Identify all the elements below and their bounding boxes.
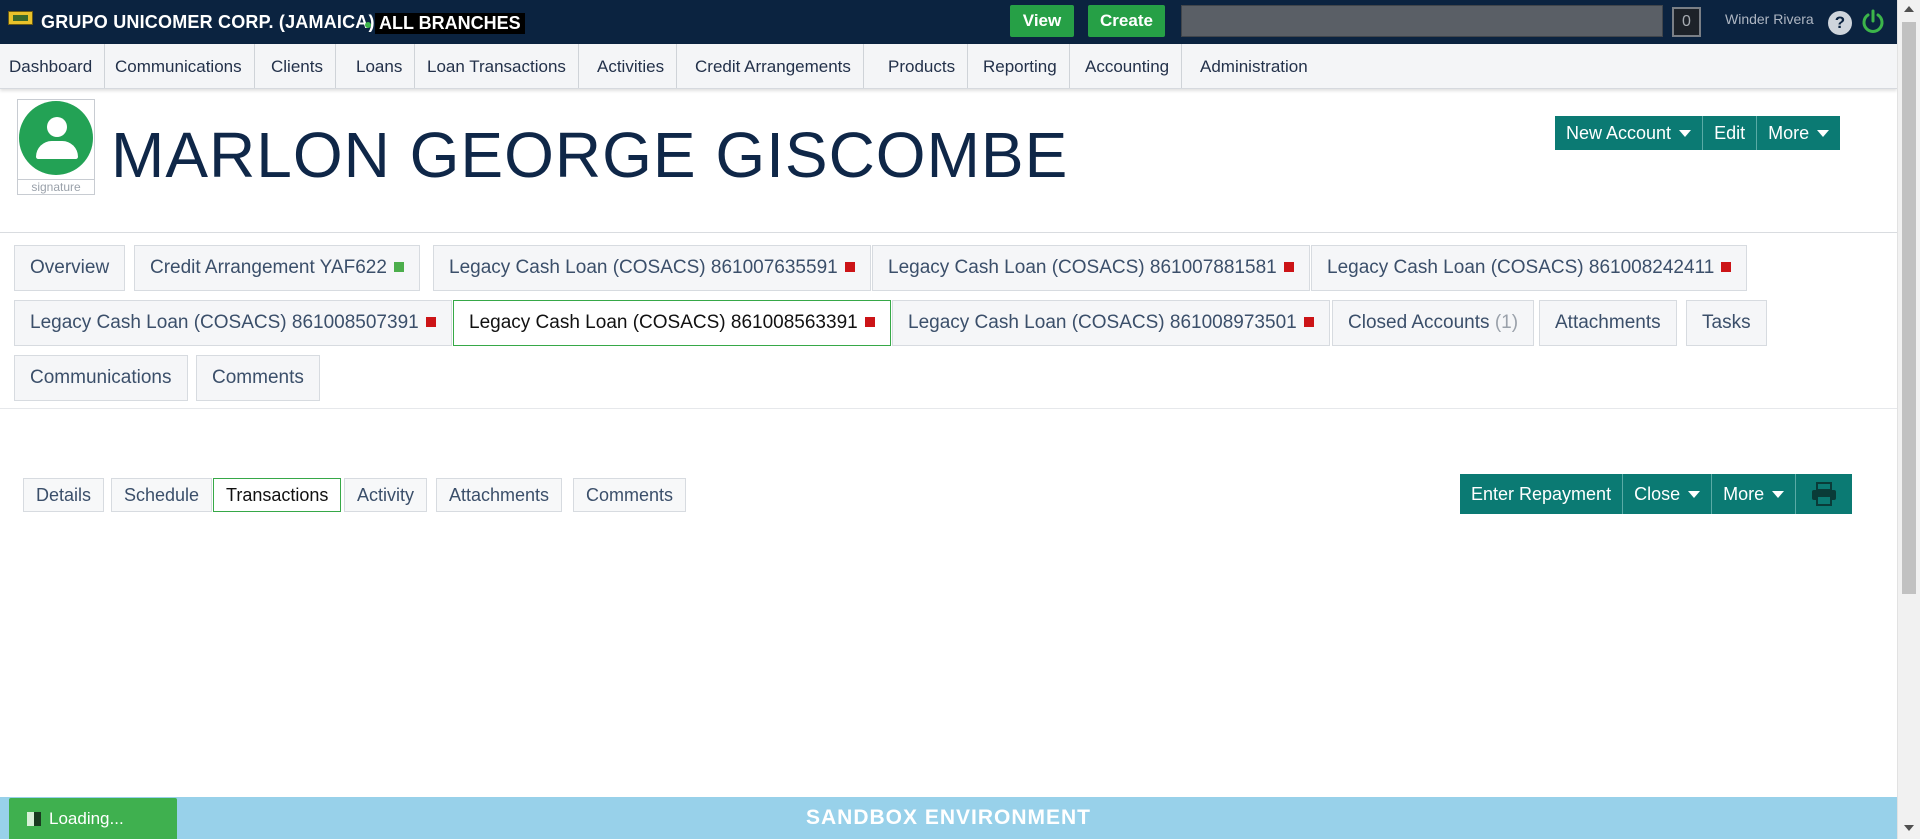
header-divider bbox=[0, 232, 1897, 233]
more-label: More bbox=[1723, 484, 1765, 504]
signature-label[interactable]: signature bbox=[18, 179, 94, 194]
tab-loan-861008242411[interactable]: Legacy Cash Loan (COSACS) 861008242411 bbox=[1311, 245, 1748, 291]
enter-repayment-label: Enter Repayment bbox=[1471, 484, 1612, 504]
status-indicator-icon bbox=[425, 317, 436, 327]
edit-button[interactable]: Edit bbox=[1703, 116, 1758, 150]
tab-loan-861007635591[interactable]: Legacy Cash Loan (COSACS) 861007635591 bbox=[433, 245, 871, 291]
company-name: GRUPO UNICOMER CORP. (JAMAICA) bbox=[41, 12, 375, 32]
create-button[interactable]: Create bbox=[1088, 5, 1165, 37]
tab-label: Attachments bbox=[1555, 312, 1661, 333]
menu-credit-arrangements[interactable]: Credit Arrangements bbox=[686, 44, 864, 88]
tab-label: Legacy Cash Loan (COSACS) 861008973501 bbox=[908, 312, 1297, 333]
tab-label: Legacy Cash Loan (COSACS) 861008242411 bbox=[1327, 257, 1715, 278]
edit-label: Edit bbox=[1714, 123, 1746, 143]
main-menu: Dashboard Communications Clients Loans L… bbox=[0, 44, 1897, 89]
scroll-down-icon[interactable] bbox=[1904, 825, 1914, 831]
scroll-up-icon[interactable] bbox=[1904, 6, 1914, 12]
menu-activities[interactable]: Activities bbox=[588, 44, 678, 88]
tab-label: Overview bbox=[30, 257, 110, 278]
search-input[interactable] bbox=[1181, 5, 1663, 37]
tab-loan-861008973501[interactable]: Legacy Cash Loan (COSACS) 861008973501 bbox=[892, 300, 1330, 346]
status-indicator-icon bbox=[1283, 262, 1294, 272]
more-label: More bbox=[1768, 123, 1810, 143]
tab-loan-861008563391[interactable]: Legacy Cash Loan (COSACS) 861008563391 bbox=[453, 300, 891, 346]
client-avatar[interactable]: signature bbox=[17, 99, 95, 195]
chevron-down-icon bbox=[1817, 129, 1830, 137]
printer-icon bbox=[1812, 482, 1837, 506]
person-icon bbox=[19, 101, 93, 175]
menu-reporting[interactable]: Reporting bbox=[974, 44, 1070, 88]
tab-overview[interactable]: Overview bbox=[14, 245, 126, 291]
tab-closed-accounts[interactable]: Closed Accounts (1) bbox=[1332, 300, 1535, 346]
print-button[interactable] bbox=[1796, 474, 1852, 514]
environment-label: SANDBOX ENVIRONMENT bbox=[805, 806, 1092, 829]
tab-loan-861007881581[interactable]: Legacy Cash Loan (COSACS) 861007881581 bbox=[872, 245, 1310, 291]
closed-accounts-count: (1) bbox=[1494, 312, 1519, 333]
more-button[interactable]: More bbox=[1757, 116, 1840, 150]
view-button[interactable]: View bbox=[1010, 5, 1074, 37]
tab-credit-arrangement[interactable]: Credit Arrangement YAF622 bbox=[134, 245, 420, 291]
menu-loans[interactable]: Loans bbox=[347, 44, 416, 88]
subtab-schedule[interactable]: Schedule bbox=[111, 478, 213, 512]
tab-label: Legacy Cash Loan (COSACS) 861007635591 bbox=[449, 257, 838, 278]
chevron-down-icon bbox=[1772, 490, 1785, 498]
chevron-down-icon bbox=[1679, 129, 1692, 137]
tabs-divider bbox=[0, 408, 1897, 409]
subtab-attachments[interactable]: Attachments bbox=[436, 478, 563, 512]
subtab-activity[interactable]: Activity bbox=[344, 478, 428, 512]
menu-communications[interactable]: Communications bbox=[106, 44, 255, 88]
chevron-down-icon bbox=[1688, 490, 1701, 498]
status-indicator-icon bbox=[844, 262, 855, 272]
tab-tasks[interactable]: Tasks bbox=[1686, 300, 1767, 346]
close-button[interactable]: Close bbox=[1623, 474, 1713, 514]
new-account-button[interactable]: New Account bbox=[1555, 116, 1704, 150]
environment-banner: SANDBOX ENVIRONMENT bbox=[0, 797, 1897, 839]
top-bar: GRUPO UNICOMER CORP. (JAMAICA) ALL BRANC… bbox=[0, 0, 1897, 44]
user-name[interactable]: Winder Rivera bbox=[1725, 11, 1814, 27]
enter-repayment-button[interactable]: Enter Repayment bbox=[1460, 474, 1624, 514]
subtab-details[interactable]: Details bbox=[23, 478, 105, 512]
tab-label: Tasks bbox=[1702, 312, 1751, 333]
status-indicator-icon bbox=[393, 262, 404, 272]
tab-label: Legacy Cash Loan (COSACS) 861008507391 bbox=[30, 312, 419, 333]
power-icon[interactable] bbox=[1861, 9, 1885, 35]
tab-label: Communications bbox=[30, 367, 172, 388]
menu-clients[interactable]: Clients bbox=[262, 44, 336, 88]
tab-label: Comments bbox=[212, 367, 304, 388]
loading-icon bbox=[27, 812, 41, 826]
loan-actions: Enter Repayment Close More bbox=[1460, 474, 1853, 514]
help-icon[interactable]: ? bbox=[1828, 11, 1852, 35]
tab-label: Credit Arrangement YAF622 bbox=[150, 257, 387, 278]
menu-accounting[interactable]: Accounting bbox=[1076, 44, 1183, 88]
menu-administration[interactable]: Administration bbox=[1191, 44, 1320, 88]
subtab-comments[interactable]: Comments bbox=[573, 478, 687, 512]
vertical-scrollbar[interactable] bbox=[1897, 0, 1920, 839]
subtab-transactions[interactable]: Transactions bbox=[213, 478, 342, 512]
notification-counter[interactable]: 0 bbox=[1672, 7, 1701, 37]
branch-selector[interactable]: ALL BRANCHES bbox=[375, 13, 525, 34]
loading-indicator: Loading... bbox=[9, 798, 177, 839]
company-logo bbox=[8, 11, 33, 25]
menu-loan-transactions[interactable]: Loan Transactions bbox=[418, 44, 579, 88]
status-indicator-icon bbox=[1303, 317, 1314, 327]
menu-dashboard[interactable]: Dashboard bbox=[0, 44, 106, 88]
scroll-thumb[interactable] bbox=[1902, 22, 1916, 594]
client-name: MARLON GEORGE GISCOMBE bbox=[111, 119, 1069, 191]
tab-comments[interactable]: Comments bbox=[196, 355, 320, 401]
branch-status-dot bbox=[365, 22, 371, 28]
close-label: Close bbox=[1634, 484, 1681, 504]
tab-attachments[interactable]: Attachments bbox=[1539, 300, 1677, 346]
status-indicator-icon bbox=[864, 317, 875, 327]
tab-loan-861008507391[interactable]: Legacy Cash Loan (COSACS) 861008507391 bbox=[14, 300, 452, 346]
loading-label: Loading... bbox=[49, 809, 124, 828]
new-account-label: New Account bbox=[1566, 123, 1672, 143]
status-indicator-icon bbox=[1721, 262, 1732, 272]
loan-more-button[interactable]: More bbox=[1712, 474, 1797, 514]
tab-communications[interactable]: Communications bbox=[14, 355, 188, 401]
tab-label: Legacy Cash Loan (COSACS) 861007881581 bbox=[888, 257, 1277, 278]
tab-label: Closed Accounts bbox=[1348, 312, 1490, 333]
menu-products[interactable]: Products bbox=[879, 44, 969, 88]
client-actions: New Account Edit More bbox=[1555, 116, 1841, 150]
tab-label: Legacy Cash Loan (COSACS) 861008563391 bbox=[469, 312, 858, 333]
